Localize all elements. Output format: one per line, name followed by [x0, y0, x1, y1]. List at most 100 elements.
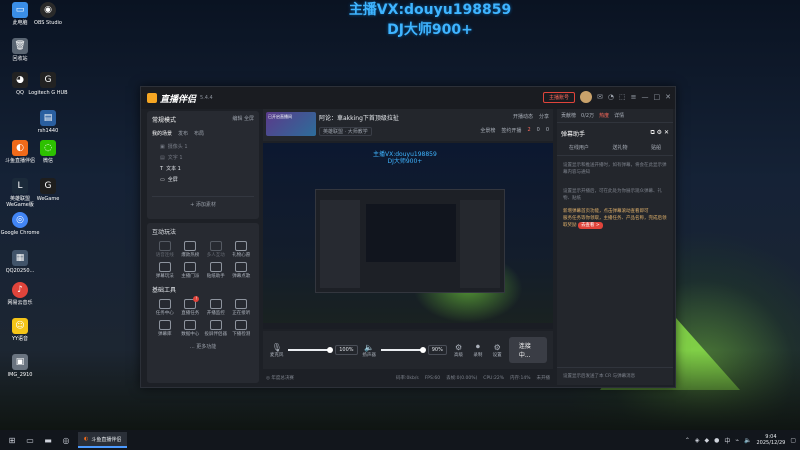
start-live-button[interactable]: 连接中...	[508, 337, 548, 363]
room-category[interactable]: 英雄联盟 · 大师教学	[319, 127, 372, 136]
gift-icon[interactable]: ⬚	[619, 93, 626, 101]
copy-icon[interactable]: ⧉	[650, 129, 654, 136]
source-item[interactable]: ▭ 全屏	[152, 175, 254, 186]
edit-button[interactable]: 编辑	[232, 116, 242, 122]
mic-slider-knob[interactable]	[327, 347, 334, 353]
room-title[interactable]: 阿论：車akking下首顶级拉扯	[319, 113, 399, 122]
volume-icon[interactable]: 🔈	[744, 437, 751, 444]
tab-details[interactable]: 详情	[614, 112, 624, 119]
tool-sticker[interactable]: 贴纸助手	[203, 262, 229, 279]
desktop-icon-img[interactable]: ▣ IMG_2910	[0, 354, 40, 378]
desktop-icon-obs[interactable]: ◉ OBS Studio	[28, 2, 68, 26]
more-tools-button[interactable]: … 更多功能	[152, 343, 254, 350]
tool-cast[interactable]: 投屏伴侣器	[203, 320, 229, 337]
gear-icon[interactable]: ⚙	[657, 129, 662, 136]
room-cover-thumbnail[interactable]: 已开启直播间	[266, 112, 316, 136]
message-icon[interactable]: ✉	[597, 93, 603, 101]
tool-answering[interactable]: 正在接听	[229, 299, 255, 316]
desktop-icon-label: IMG_2910	[7, 372, 33, 378]
tab-online-users[interactable]: 在线用户	[569, 144, 589, 151]
add-source-button[interactable]: + 添加素材	[152, 196, 254, 208]
desktop-icon-chrome[interactable]: ◎ Google Chrome	[0, 212, 40, 236]
advanced-button[interactable]: ⚙ 高级	[451, 343, 466, 358]
tab-gifts[interactable]: 送礼物	[612, 144, 627, 151]
desktop-icon-wegame[interactable]: G WeGame	[28, 178, 68, 202]
tool-task-center[interactable]: 任务中心	[152, 299, 178, 316]
tool-voice-link[interactable]: 语音连线	[152, 241, 178, 258]
file-explorer-icon[interactable]: ▬	[40, 433, 56, 447]
desktop-icon-recycle[interactable]: 🗑 回收站	[0, 38, 40, 62]
desktop-icon-yy[interactable]: ☺ YY语音	[0, 318, 40, 342]
tool-live-task[interactable]: ! 直播任务	[178, 296, 204, 316]
mic-volume-value[interactable]: 100%	[335, 345, 358, 355]
chrome-icon[interactable]: ◎	[58, 433, 74, 447]
notification-icon[interactable]: ▢	[790, 437, 796, 444]
speaker-slider-knob[interactable]	[419, 347, 426, 353]
stream-preview[interactable]: 主播VX:douyu198859 DJ大师900+	[263, 143, 553, 329]
tray-app-icon[interactable]: ◆	[705, 437, 710, 444]
tool-data-center[interactable]: 数据中心	[178, 320, 204, 337]
basic-section-title: 基础工具	[152, 287, 177, 294]
anchor-account-button[interactable]: 主播账号	[543, 91, 576, 103]
tool-multi[interactable]: 多人互动	[203, 241, 229, 258]
taskbar-app-douyu[interactable]: ◐ 斗鱼直播伴侣	[78, 432, 128, 448]
mic-control[interactable]: 🎙 麦克风	[269, 343, 284, 358]
desktop-icon-wechat[interactable]: ◌ 微信	[28, 140, 68, 164]
minimize-icon[interactable]: —	[642, 93, 649, 101]
tab-stickers[interactable]: 贴船	[651, 144, 661, 151]
task-view-icon[interactable]: ▭	[22, 433, 38, 447]
event-link[interactable]: ◎ 年度总决赛	[266, 375, 294, 381]
speaker-control[interactable]: 🔈 扬声器	[362, 343, 377, 358]
network-icon[interactable]: ⌁	[735, 437, 739, 444]
speaker-volume-slider[interactable]	[380, 347, 426, 353]
source-item[interactable]: ▣ 摄像头 1	[152, 142, 254, 153]
rank-button[interactable]: 全景榜	[480, 127, 495, 134]
settings-button[interactable]: ⚙ 设置	[490, 343, 505, 358]
mode-select[interactable]: 常规模式	[152, 115, 176, 124]
close-icon[interactable]: ✕	[664, 129, 669, 136]
tool-song-request[interactable]: 弹幕点歌	[229, 262, 255, 279]
tool-label: 主播门派	[181, 274, 200, 279]
fullscreen-button[interactable]: 全屏	[244, 116, 254, 122]
view-task-button[interactable]: 去查看 >	[577, 222, 603, 229]
source-list: ▣ 摄像头 1 ▤ 文字 1 T 文本 1 ▭ 全屏	[152, 142, 254, 186]
tab-layout[interactable]: 布局	[194, 130, 204, 137]
desktop-icon-qqfile[interactable]: ▦ QQ20250...	[0, 250, 40, 274]
tab-my-scenes[interactable]: 我的场景	[152, 130, 172, 137]
tool-danmaku-play[interactable]: 弹幕玩法	[152, 262, 178, 279]
tab-contribution[interactable]: 贡献榜	[561, 112, 576, 119]
share-button[interactable]: 分享	[539, 113, 549, 120]
tab-publish[interactable]: 发布	[178, 130, 188, 137]
desktop-icon-label: Google Chrome	[0, 230, 40, 236]
clock[interactable]: 9:04 2025/12/29	[757, 434, 786, 446]
tool-sect[interactable]: 主播门派	[178, 262, 204, 279]
record-button[interactable]: ⏺ 录制	[470, 342, 485, 358]
tray-app-icon[interactable]: ◈	[695, 437, 700, 444]
desktop-icon-ghub[interactable]: G Logitech G HUB	[28, 72, 68, 96]
windows-taskbar: ⊞ ▭ ▬ ◎ ◐ 斗鱼直播伴侣 ⌃ ◈ ◆ ● 中 ⌁ 🔈 9:04 2025/…	[0, 430, 800, 450]
tab-heat[interactable]: 热度	[599, 112, 609, 119]
live-feed-button[interactable]: 开播动态	[513, 113, 533, 120]
tool-gift-wish[interactable]: 礼物心愿	[229, 241, 255, 258]
tray-app-icon[interactable]: ●	[714, 437, 719, 444]
tool-monitor[interactable]: 开播监控	[203, 299, 229, 316]
start-button[interactable]: ⊞	[4, 433, 20, 447]
input-language[interactable]: 中	[724, 436, 730, 445]
close-icon[interactable]: ✕	[665, 93, 671, 101]
menu-icon[interactable]: ≡	[631, 93, 637, 101]
signed-button[interactable]: 签约开播	[501, 127, 521, 134]
avatar[interactable]	[580, 91, 593, 103]
mic-volume-slider[interactable]	[288, 347, 334, 353]
maximize-icon[interactable]: □	[654, 93, 661, 101]
headset-icon[interactable]: ◔	[608, 93, 614, 101]
desktop-icon-rsh[interactable]: ▤ rsh1440	[28, 110, 68, 134]
speaker-volume-value[interactable]: 90%	[427, 345, 447, 355]
desktop-icon-label: 此电脑	[12, 20, 28, 26]
desktop-icon-netease[interactable]: ♪ 网易云音乐	[0, 282, 40, 306]
source-item[interactable]: ▤ 文字 1	[152, 153, 254, 164]
tool-danmaku-lib[interactable]: 弹幕库	[152, 320, 178, 337]
tool-offline-check[interactable]: 下播检测	[229, 320, 255, 337]
chevron-up-icon[interactable]: ⌃	[685, 437, 690, 444]
source-item[interactable]: T 文本 1	[152, 164, 254, 175]
tool-hot-list[interactable]: 爆款热榜	[178, 241, 204, 258]
